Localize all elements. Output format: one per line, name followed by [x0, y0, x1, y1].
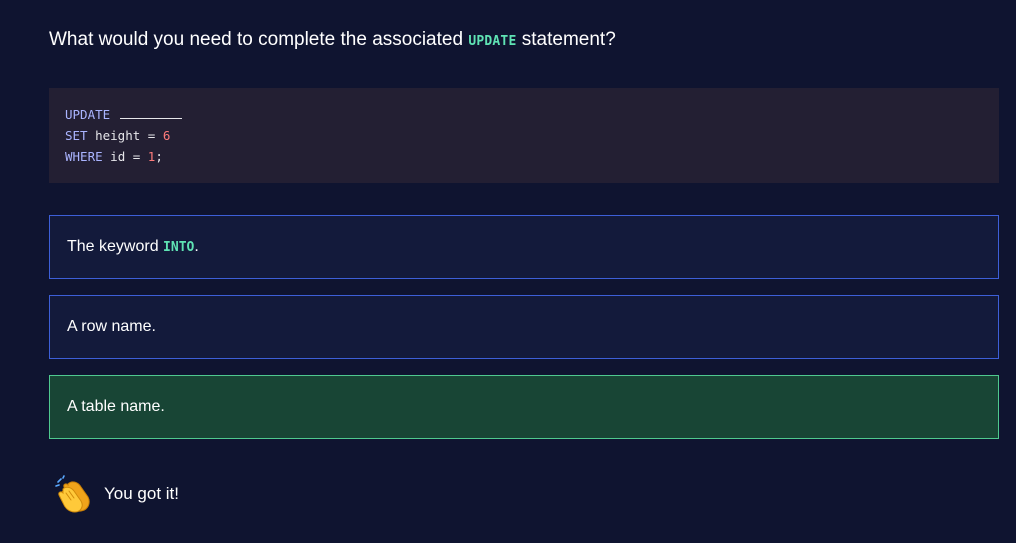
code-line-1: UPDATE [65, 104, 983, 125]
option-keyword: INTO [163, 240, 195, 255]
answer-option-into[interactable]: The keyword INTO. [49, 215, 999, 279]
option-label: A table name. [67, 398, 165, 415]
question-before: What would you need to complete the asso… [49, 29, 469, 50]
question-after: statement? [516, 29, 616, 50]
feedback-message: You got it! [54, 474, 179, 514]
code-number: 6 [162, 128, 171, 143]
option-text-end: . [194, 238, 199, 255]
code-keyword: UPDATE [65, 107, 111, 122]
option-label: A row name. [67, 318, 156, 335]
code-identifier: id = [102, 149, 148, 164]
code-keyword: SET [65, 128, 88, 143]
clapping-hands-icon [54, 474, 94, 514]
option-label: The keyword INTO. [67, 238, 199, 256]
question-text: What would you need to complete the asso… [49, 28, 616, 54]
answer-option-table-name[interactable]: A table name. [49, 375, 999, 439]
quiz-page: What would you need to complete the asso… [0, 0, 1016, 543]
code-keyword: WHERE [65, 149, 103, 164]
answer-option-row-name[interactable]: A row name. [49, 295, 999, 359]
question-keyword: UPDATE [468, 34, 517, 49]
code-semicolon: ; [155, 149, 163, 164]
code-block: UPDATE SET height = 6 WHERE id = 1; [49, 88, 999, 183]
code-blank [119, 106, 182, 119]
code-identifier: height = [87, 128, 163, 143]
code-line-2: SET height = 6 [65, 125, 983, 146]
feedback-text: You got it! [104, 484, 179, 503]
option-text: The keyword [67, 238, 164, 255]
code-line-3: WHERE id = 1; [65, 146, 983, 167]
